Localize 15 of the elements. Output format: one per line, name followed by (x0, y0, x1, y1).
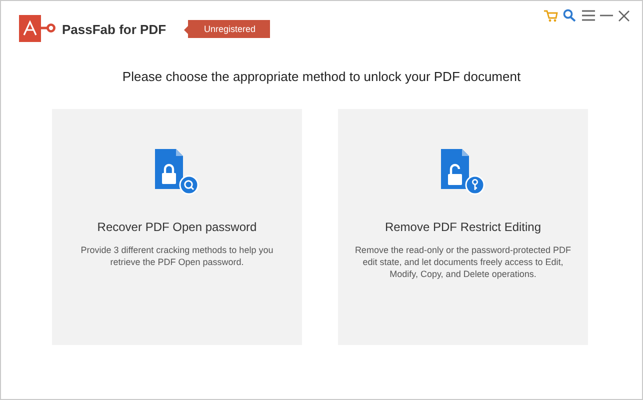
minimize-icon[interactable] (600, 14, 613, 17)
close-icon[interactable] (618, 10, 630, 22)
option-description: Provide 3 different cracking methods to help you retrieve the PDF Open password. (80, 244, 274, 268)
option-title: Remove PDF Restrict Editing (384, 220, 542, 234)
logo-icon (19, 15, 56, 43)
app-title: PassFab for PDF (62, 22, 166, 36)
locked-document-icon (155, 149, 199, 195)
search-icon[interactable] (563, 9, 577, 22)
unlocked-document-icon (441, 149, 485, 195)
menu-icon[interactable] (582, 10, 595, 21)
option-title: Recover PDF Open password (97, 220, 257, 234)
option-description: Remove the read-only or the password-protected PDF edit state, and let documents freely access to Edit, Modify, Copy, and Delete operations. (354, 244, 572, 280)
option-card[interactable]: Recover PDF Open password Provide 3 different cracking methods to help you retrieve the PDF Open password. (52, 109, 302, 345)
option-card[interactable]: Remove PDF Restrict Editing Remove the read-only or the password-protected PDF edit state, and let documents freely access to Edit, Modify, Copy, and Delete operations. (338, 109, 588, 345)
page-heading: Please choose the appropriate method to unlock your PDF document (121, 69, 522, 84)
